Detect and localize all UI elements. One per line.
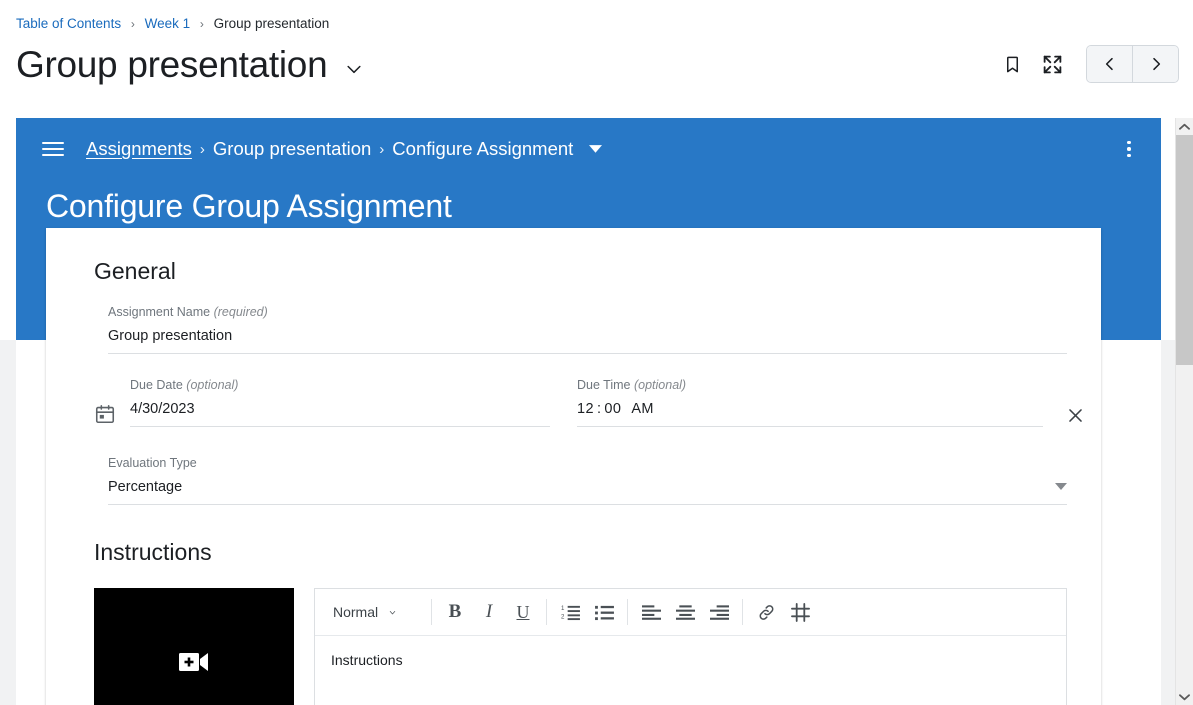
bold-icon[interactable]: B [438, 595, 472, 629]
configuration-card: General Assignment Name (required) Group… [46, 228, 1101, 705]
add-video-icon [179, 651, 209, 678]
table-icon[interactable] [783, 595, 817, 629]
due-time-minute[interactable]: 00 [604, 398, 621, 420]
paragraph-style-dropdown[interactable]: Normal [319, 595, 425, 629]
align-right-icon[interactable] [702, 595, 736, 629]
svg-text:2: 2 [561, 613, 565, 620]
scrollbar-track[interactable] [1176, 135, 1193, 688]
app-breadcrumb: Assignments › Group presentation › Confi… [86, 138, 603, 160]
toolbar-divider [627, 599, 628, 625]
due-time-label-text: Due Time [577, 378, 631, 392]
evaluation-type-value: Percentage [108, 479, 183, 495]
due-date-field: Due Date (optional) 4/30/2023 [130, 376, 550, 427]
bookmark-icon[interactable] [992, 45, 1032, 83]
page-background-left [0, 340, 16, 705]
page-header: Table of Contents › Week 1 › Group prese… [0, 0, 1193, 110]
app-breadcrumb-separator: › [199, 140, 205, 158]
svg-text:1: 1 [561, 605, 565, 612]
toolbar-divider [546, 599, 547, 625]
close-icon[interactable] [1060, 400, 1090, 430]
app-breadcrumb-item-configure-assignment: Configure Assignment [392, 138, 574, 159]
assignment-name-label-text: Assignment Name [108, 305, 211, 319]
due-time-input[interactable]: 12 : 00 AM [577, 398, 1043, 427]
toolbar-divider [742, 599, 743, 625]
due-date-time-row: Due Date (optional) 4/30/2023 Due Time (… [94, 376, 1082, 430]
assignment-name-input[interactable]: Group presentation [108, 325, 1067, 354]
breadcrumb-separator: › [199, 17, 204, 31]
toolbar-divider [431, 599, 432, 625]
evaluation-type-label: Evaluation Type [108, 456, 197, 470]
pagination-controls [1086, 45, 1179, 83]
breadcrumb: Table of Contents › Week 1 › Group prese… [16, 15, 329, 33]
align-center-icon[interactable] [668, 595, 702, 629]
expand-icon[interactable] [1032, 45, 1072, 83]
add-video-button[interactable] [94, 588, 294, 705]
assignment-name-field: Assignment Name (required) Group present… [108, 303, 1067, 354]
underline-icon[interactable]: U [506, 595, 540, 629]
scroll-down-button[interactable] [1176, 688, 1193, 705]
section-heading-instructions: Instructions [94, 539, 212, 565]
calendar-icon[interactable] [94, 403, 120, 427]
app-breadcrumb-item-group-presentation[interactable]: Group presentation [213, 138, 371, 160]
due-time-label: Due Time (optional) [577, 376, 1043, 394]
chevron-down-icon[interactable] [343, 58, 365, 80]
app-toolbar: Assignments › Group presentation › Confi… [16, 118, 1161, 180]
ordered-list-icon[interactable]: 1 2 [553, 595, 587, 629]
kebab-menu-icon[interactable] [1117, 137, 1141, 161]
due-time-label-note: (optional) [633, 378, 687, 392]
breadcrumb-item-table-of-contents[interactable]: Table of Contents [16, 16, 121, 31]
instructions-row: Normal B I U 1 2 Instructions [94, 588, 1067, 705]
scrollbar-thumb[interactable] [1176, 135, 1193, 365]
editor-toolbar: Normal B I U 1 2 [315, 589, 1066, 636]
page-background-right [1161, 340, 1176, 705]
app-breadcrumb-separator: › [379, 140, 385, 158]
breadcrumb-item-current: Group presentation [213, 16, 330, 31]
previous-page-button[interactable] [1087, 46, 1132, 82]
due-date-label-note: (optional) [186, 378, 239, 392]
chevron-down-icon[interactable] [1055, 476, 1067, 498]
header-actions [992, 45, 1179, 83]
assignment-name-label: Assignment Name (required) [108, 303, 1067, 321]
app-breadcrumb-item-assignments[interactable]: Assignments [86, 138, 192, 160]
next-page-button[interactable] [1132, 46, 1178, 82]
due-time-colon: : [596, 401, 602, 417]
bullet-list-icon[interactable] [587, 595, 621, 629]
page-title-row: Group presentation [16, 40, 365, 90]
instructions-textarea[interactable]: Instructions [315, 636, 1066, 705]
paragraph-style-label: Normal [333, 604, 379, 620]
breadcrumb-separator: › [130, 17, 135, 31]
due-date-label: Due Date (optional) [130, 376, 550, 394]
link-icon[interactable] [749, 595, 783, 629]
section-heading-general: General [94, 258, 176, 284]
rich-text-editor: Normal B I U 1 2 Instructions [314, 588, 1067, 705]
app-root: Table of Contents › Week 1 › Group prese… [0, 0, 1193, 705]
due-time-hour[interactable]: 12 [577, 398, 594, 420]
hamburger-icon[interactable] [42, 142, 64, 156]
app-page-title: Configure Group Assignment [46, 188, 452, 224]
due-date-input[interactable]: 4/30/2023 [130, 398, 550, 427]
vertical-scrollbar[interactable] [1175, 118, 1193, 705]
assignment-app-frame: Assignments › Group presentation › Confi… [16, 118, 1161, 705]
breadcrumb-item-week-1[interactable]: Week 1 [145, 16, 191, 31]
due-time-field: Due Time (optional) 12 : 00 AM [577, 376, 1043, 427]
page-title: Group presentation [16, 44, 328, 85]
assignment-name-label-note: (required) [213, 305, 268, 319]
align-left-icon[interactable] [634, 595, 668, 629]
evaluation-type-select[interactable]: Percentage [108, 476, 1067, 505]
due-time-meridiem[interactable]: AM [631, 398, 654, 420]
due-date-label-text: Due Date [130, 378, 183, 392]
evaluation-type-field: Evaluation Type Percentage [108, 454, 1067, 505]
italic-icon[interactable]: I [472, 595, 506, 629]
breadcrumb-dropdown-icon[interactable] [589, 144, 603, 154]
scroll-up-button[interactable] [1176, 118, 1193, 135]
